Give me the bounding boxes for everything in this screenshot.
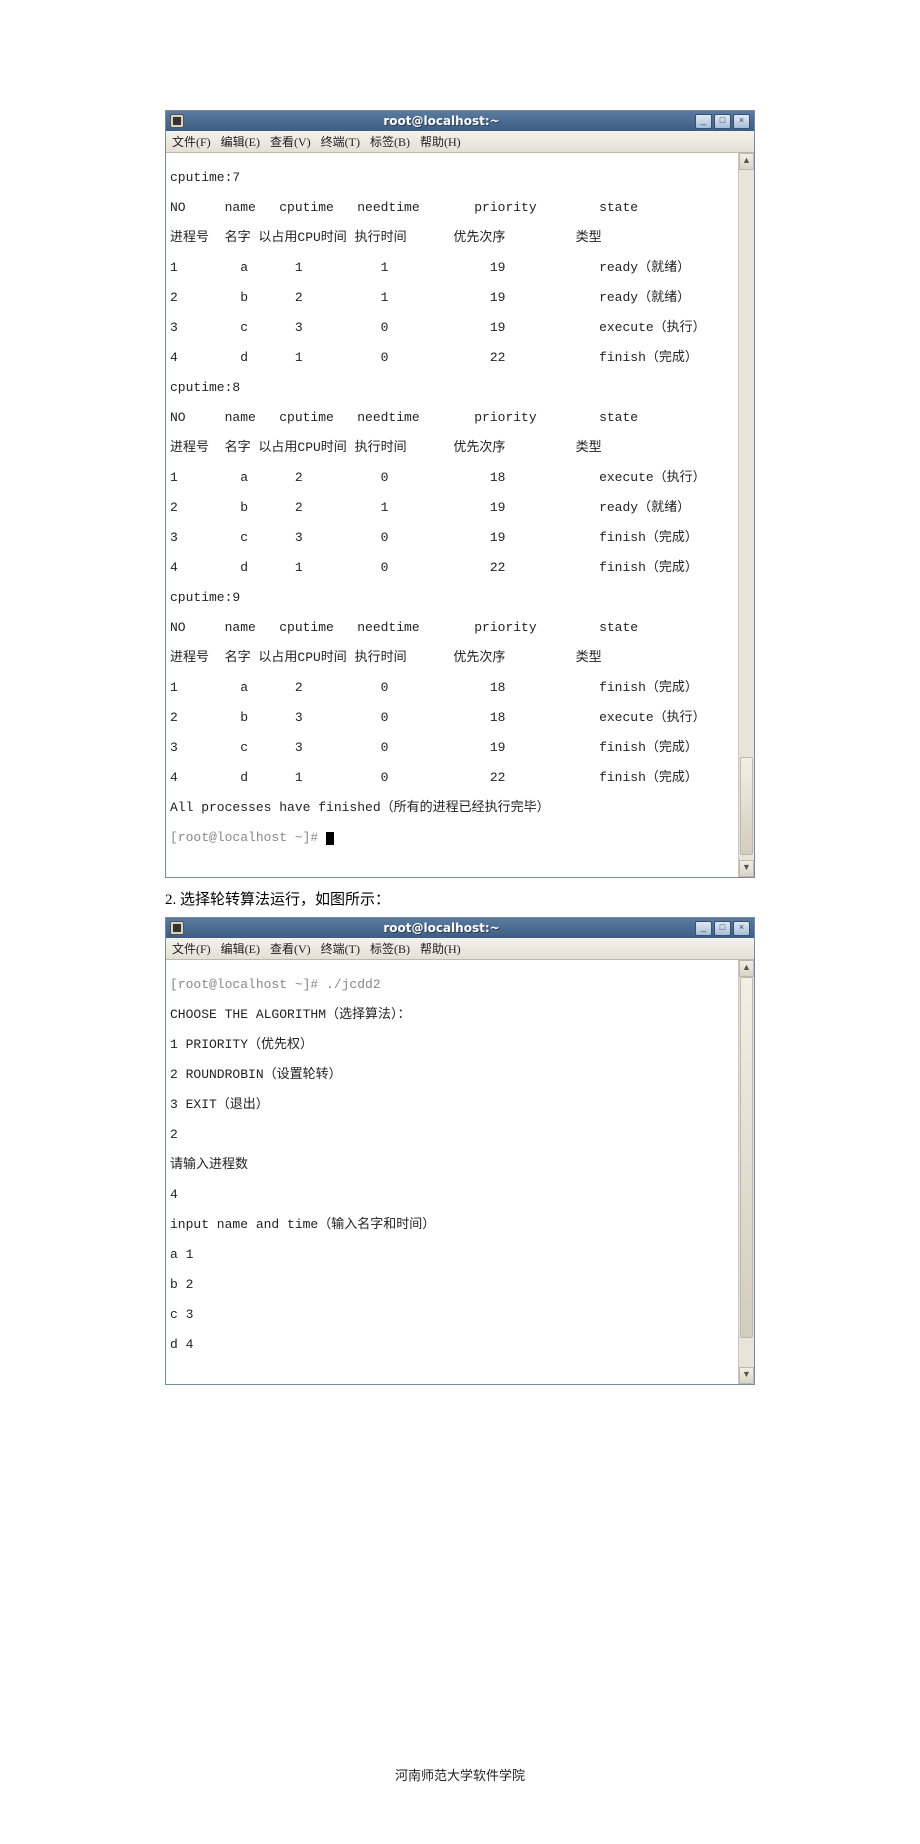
titlebar[interactable]: root@localhost:~ _ □ × — [166, 918, 754, 938]
terminal-line: NO name cputime needtime priority state — [170, 200, 735, 215]
terminal-line: 进程号 名字 以占用CPU时间 执行时间 优先次序 类型 — [170, 230, 735, 245]
terminal-line: 4 d 1 0 22 finish（完成） — [170, 560, 735, 575]
terminal-line: 4 d 1 0 22 finish（完成） — [170, 350, 735, 365]
window-controls: _ □ × — [695, 114, 750, 129]
terminal-line: [root@localhost ~]# ./jcdd2 — [170, 977, 735, 992]
terminal-line: NO name cputime needtime priority state — [170, 410, 735, 425]
terminal-line: cputime:8 — [170, 380, 735, 395]
menu-edit[interactable]: 编辑(E) — [221, 940, 260, 957]
terminal-line: 2 b 2 1 19 ready（就绪） — [170, 500, 735, 515]
terminal-line: 2 b 2 1 19 ready（就绪） — [170, 290, 735, 305]
terminal-line: c 3 — [170, 1307, 735, 1322]
scroll-track[interactable] — [739, 977, 754, 1367]
vertical-scrollbar[interactable]: ▲ ▼ — [738, 960, 754, 1384]
menu-tabs[interactable]: 标签(B) — [370, 133, 410, 150]
terminal-line: a 1 — [170, 1247, 735, 1262]
terminal-line: 3 c 3 0 19 finish（完成） — [170, 530, 735, 545]
terminal-window-1: root@localhost:~ _ □ × 文件(F) 编辑(E) 查看(V)… — [165, 110, 755, 878]
caption-text: 2. 选择轮转算法运行，如图所示： — [165, 888, 755, 909]
prompt: [root@localhost ~]# — [170, 830, 326, 845]
terminal-line: cputime:7 — [170, 170, 735, 185]
terminal-line: 请输入进程数 — [170, 1157, 735, 1172]
terminal-line: cputime:9 — [170, 590, 735, 605]
terminal-output[interactable]: [root@localhost ~]# ./jcdd2 CHOOSE THE A… — [166, 960, 739, 1384]
menubar: 文件(F) 编辑(E) 查看(V) 终端(T) 标签(B) 帮助(H) — [166, 938, 754, 960]
terminal-line: 1 a 1 1 19 ready（就绪） — [170, 260, 735, 275]
scroll-track[interactable] — [739, 170, 754, 860]
terminal-line: 2 — [170, 1127, 735, 1142]
terminal-line: 2 b 3 0 18 execute（执行） — [170, 710, 735, 725]
menu-terminal[interactable]: 终端(T) — [321, 940, 360, 957]
terminal-line: 3 EXIT（退出） — [170, 1097, 735, 1112]
terminal-line: 1 PRIORITY（优先权） — [170, 1037, 735, 1052]
vertical-scrollbar[interactable]: ▲ ▼ — [738, 153, 754, 877]
menu-file[interactable]: 文件(F) — [172, 133, 211, 150]
scroll-thumb[interactable] — [740, 757, 753, 856]
menu-terminal[interactable]: 终端(T) — [321, 133, 360, 150]
terminal-icon — [170, 114, 184, 128]
terminal-line: 进程号 名字 以占用CPU时间 执行时间 优先次序 类型 — [170, 650, 735, 665]
prompt-line: [root@localhost ~]# — [170, 830, 735, 845]
terminal-window-2: root@localhost:~ _ □ × 文件(F) 编辑(E) 查看(V)… — [165, 917, 755, 1385]
maximize-button[interactable]: □ — [714, 921, 731, 936]
menu-help[interactable]: 帮助(H) — [420, 133, 461, 150]
menu-edit[interactable]: 编辑(E) — [221, 133, 260, 150]
close-button[interactable]: × — [733, 114, 750, 129]
scroll-down-icon[interactable]: ▼ — [739, 860, 754, 877]
terminal-line: CHOOSE THE ALGORITHM（选择算法）： — [170, 1007, 735, 1022]
titlebar[interactable]: root@localhost:~ _ □ × — [166, 111, 754, 131]
terminal-line: 2 ROUNDROBIN（设置轮转） — [170, 1067, 735, 1082]
terminal-line: input name and time（输入名字和时间） — [170, 1217, 735, 1232]
terminal-line: 进程号 名字 以占用CPU时间 执行时间 优先次序 类型 — [170, 440, 735, 455]
terminal-line: 3 c 3 0 19 finish（完成） — [170, 740, 735, 755]
menu-help[interactable]: 帮助(H) — [420, 940, 461, 957]
terminal-line: 1 a 2 0 18 finish（完成） — [170, 680, 735, 695]
menu-view[interactable]: 查看(V) — [270, 133, 311, 150]
footer-text: 河南师范大学软件学院 — [165, 1765, 755, 1784]
menu-view[interactable]: 查看(V) — [270, 940, 311, 957]
cursor-icon — [326, 832, 334, 845]
window-title: root@localhost:~ — [188, 921, 695, 935]
terminal-line: 3 c 3 0 19 execute（执行） — [170, 320, 735, 335]
close-button[interactable]: × — [733, 921, 750, 936]
scroll-thumb[interactable] — [740, 977, 753, 1338]
scroll-up-icon[interactable]: ▲ — [739, 960, 754, 977]
maximize-button[interactable]: □ — [714, 114, 731, 129]
terminal-line: b 2 — [170, 1277, 735, 1292]
terminal-line: NO name cputime needtime priority state — [170, 620, 735, 635]
menu-file[interactable]: 文件(F) — [172, 940, 211, 957]
minimize-button[interactable]: _ — [695, 114, 712, 129]
scroll-down-icon[interactable]: ▼ — [739, 1367, 754, 1384]
minimize-button[interactable]: _ — [695, 921, 712, 936]
terminal-line: 1 a 2 0 18 execute（执行） — [170, 470, 735, 485]
terminal-output[interactable]: cputime:7 NO name cputime needtime prior… — [166, 153, 739, 877]
terminal-icon — [170, 921, 184, 935]
window-controls: _ □ × — [695, 921, 750, 936]
scroll-up-icon[interactable]: ▲ — [739, 153, 754, 170]
terminal-line: All processes have finished（所有的进程已经执行完毕） — [170, 800, 735, 815]
terminal-line: 4 d 1 0 22 finish（完成） — [170, 770, 735, 785]
terminal-line: d 4 — [170, 1337, 735, 1352]
menubar: 文件(F) 编辑(E) 查看(V) 终端(T) 标签(B) 帮助(H) — [166, 131, 754, 153]
terminal-line: 4 — [170, 1187, 735, 1202]
menu-tabs[interactable]: 标签(B) — [370, 940, 410, 957]
window-title: root@localhost:~ — [188, 114, 695, 128]
